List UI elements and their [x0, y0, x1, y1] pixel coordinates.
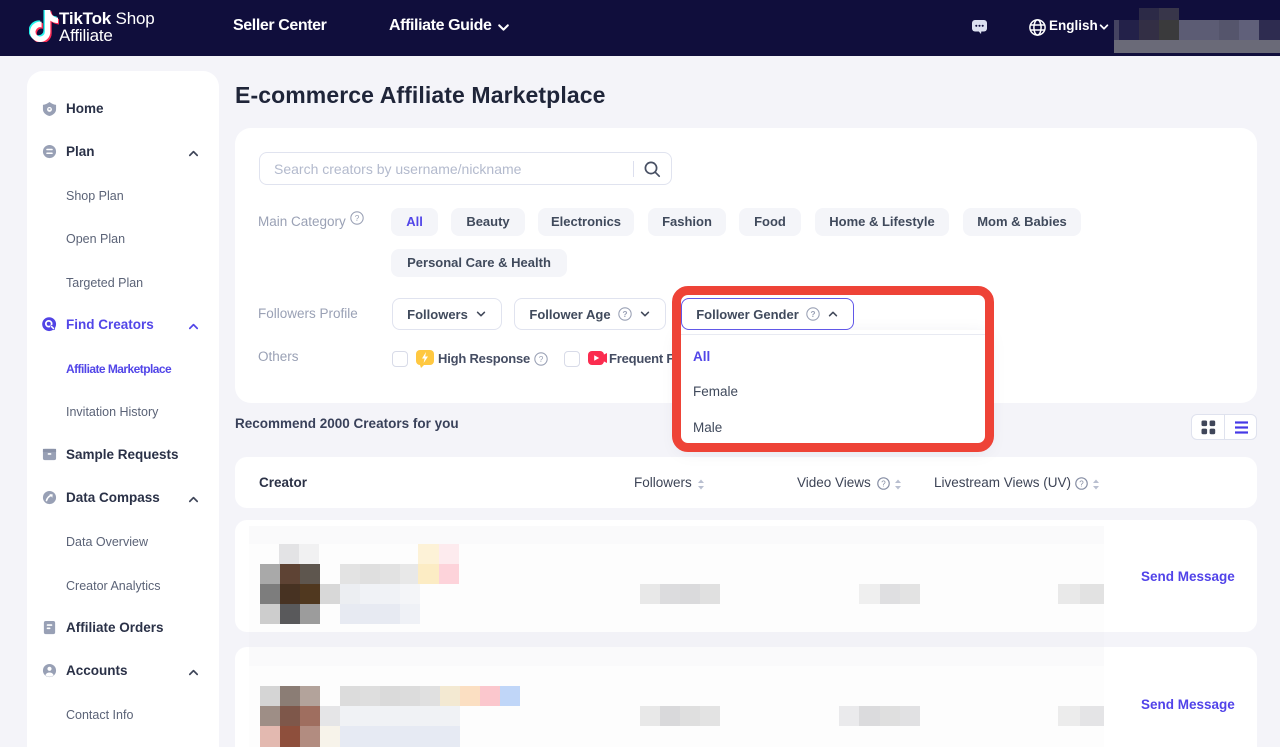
svg-text:?: ? [539, 355, 544, 364]
svg-text:?: ? [881, 479, 886, 488]
svg-text:?: ? [1079, 479, 1084, 488]
svg-text:?: ? [622, 310, 627, 319]
svg-text:?: ? [355, 214, 360, 223]
